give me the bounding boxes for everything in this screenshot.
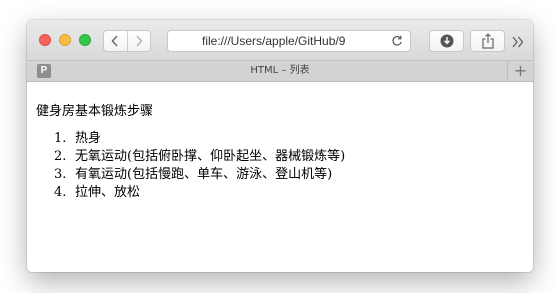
chevron-right-icon	[136, 35, 143, 47]
share-button[interactable]	[470, 30, 505, 52]
download-button[interactable]	[429, 30, 464, 52]
list-item-number: 2.	[54, 149, 67, 164]
list-item-number: 1.	[54, 131, 67, 146]
list-item: 1. 热身	[54, 130, 345, 148]
new-tab-button[interactable]: +	[507, 61, 533, 81]
address-bar[interactable]: file:///Users/apple/GitHub/9	[167, 30, 411, 52]
reload-button[interactable]	[384, 31, 410, 51]
browser-window: file:///Users/apple/GitHub/9 P HTML – 列表…	[27, 20, 533, 272]
browser-toolbar: file:///Users/apple/GitHub/9	[27, 20, 533, 60]
minimize-window-button[interactable]	[59, 34, 71, 46]
steps-list: 1. 热身 2. 无氧运动(包括俯卧撑、仰卧起坐、器械锻炼等) 3. 有氧运动(…	[54, 130, 345, 202]
navigation-buttons	[103, 30, 151, 52]
more-toolbar-button[interactable]	[511, 34, 529, 48]
back-button[interactable]	[104, 31, 127, 51]
download-icon	[440, 34, 453, 48]
share-icon	[481, 33, 494, 49]
list-item-text: 拉伸、放松	[75, 185, 141, 200]
list-item: 4. 拉伸、放松	[54, 184, 345, 202]
list-item-number: 4.	[54, 185, 67, 200]
tab-bar: P HTML – 列表 +	[27, 60, 533, 82]
close-window-button[interactable]	[39, 34, 51, 46]
list-item-text: 有氧运动(包括慢跑、单车、游泳、登山机等)	[75, 167, 333, 182]
address-text[interactable]: file:///Users/apple/GitHub/9	[168, 34, 384, 48]
maximize-window-button[interactable]	[79, 34, 91, 46]
chevron-left-icon	[111, 35, 118, 47]
list-item: 3. 有氧运动(包括慢跑、单车、游泳、登山机等)	[54, 166, 345, 184]
list-item-text: 热身	[75, 131, 102, 146]
list-item-text: 无氧运动(包括俯卧撑、仰卧起坐、器械锻炼等)	[75, 149, 346, 164]
reload-icon	[392, 35, 402, 46]
tab-title[interactable]: HTML – 列表	[27, 61, 533, 81]
list-item-number: 3.	[54, 167, 67, 182]
double-chevron-right-icon	[512, 36, 524, 48]
list-item: 2. 无氧运动(包括俯卧撑、仰卧起坐、器械锻炼等)	[54, 148, 345, 166]
forward-button[interactable]	[126, 31, 151, 51]
page-heading: 健身房基本锻炼步骤	[36, 104, 154, 119]
page-content: 健身房基本锻炼步骤 1. 热身 2. 无氧运动(包括俯卧撑、仰卧起坐、器械锻炼等…	[27, 82, 533, 272]
